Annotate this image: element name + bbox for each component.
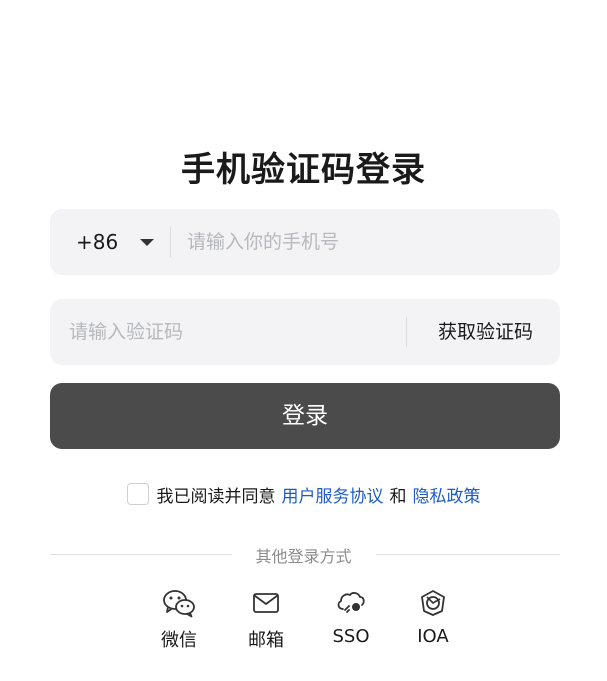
privacy-link[interactable]: 隐私政策 [413,482,481,507]
divider-right [376,554,560,555]
wechat-icon [163,590,195,618]
mail-icon [253,593,279,613]
get-code-button[interactable]: 获取验证码 [438,299,533,365]
agreement-and: 和 [389,486,407,507]
agreement-text: 我已阅读并同意 [156,486,276,507]
ioa-icon [421,590,445,616]
mail-label: 邮箱 [248,630,284,651]
verification-code-input[interactable] [69,299,399,365]
agreement-checkbox[interactable] [126,483,149,505]
wechat-login-button[interactable]: 微信 [144,588,214,652]
mail-login-button[interactable]: 邮箱 [231,588,301,652]
other-methods-label: 其他登录方式 [255,547,352,566]
login-button[interactable]: 登录 [50,383,560,449]
sso-label: SSO [332,626,370,647]
page-title: 手机验证码登录 [181,150,426,190]
code-field: 获取验证码 [50,299,560,365]
other-login-methods: 微信 邮箱 SSO IOA [0,588,607,658]
field-separator [406,317,407,347]
country-code-label: +86 [76,230,119,254]
ioa-login-button[interactable]: IOA [398,588,468,647]
terms-link[interactable]: 用户服务协议 [282,482,384,507]
ioa-label: IOA [417,626,449,647]
phone-input[interactable] [187,209,537,275]
wechat-label: 微信 [161,630,197,651]
agreement-row: 我已阅读并同意 用户服务协议 和 隐私政策 [0,481,607,507]
field-separator [170,227,171,257]
sso-login-button[interactable]: SSO [316,588,386,647]
phone-field: +86 [50,209,560,275]
login-page: 手机验证码登录 +86 获取验证码 登录 我已阅读并同意 用户服务协议 和 隐私… [0,0,607,681]
country-code-select[interactable]: +86 [76,209,155,275]
caret-down-icon [140,238,155,246]
sso-icon [337,592,365,613]
